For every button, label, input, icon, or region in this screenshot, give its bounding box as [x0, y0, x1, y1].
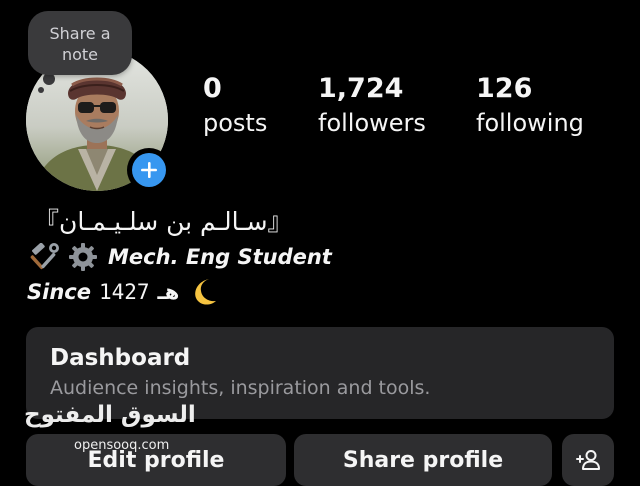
add-person-icon	[575, 449, 601, 471]
dashboard-subtitle: Audience insights, inspiration and tools…	[50, 377, 431, 399]
share-profile-label: Share profile	[342, 447, 504, 473]
bio-tagline-row: Mech. Eng Student	[28, 242, 332, 272]
add-story-button[interactable]	[127, 148, 171, 192]
edit-profile-button[interactable]: Edit profile	[26, 434, 286, 486]
posts-stat[interactable]: 0 posts	[203, 72, 267, 140]
share-note-bubble[interactable]: Share a note	[28, 11, 132, 75]
profile-name: 『سـالـم بن سلـيـمـان』	[34, 207, 293, 236]
edit-profile-label: Edit profile	[87, 447, 225, 473]
share-note-label-line1: Share a	[49, 24, 111, 43]
share-note-label-line2: note	[61, 45, 99, 64]
bio-since-label: Since	[27, 280, 91, 304]
following-stat[interactable]: 126 following	[476, 72, 584, 140]
posts-label: posts	[203, 109, 268, 137]
hammer-and-wrench-icon	[28, 242, 62, 272]
bio-hijri-suffix: هـ	[157, 280, 180, 304]
following-label: following	[476, 109, 584, 137]
followers-count: 1,724	[318, 73, 404, 104]
dashboard-title: Dashboard	[50, 345, 191, 371]
followers-label: followers	[318, 109, 426, 137]
bio-year: 1427	[98, 280, 150, 304]
gear-icon	[66, 242, 100, 272]
note-bubble-tail-small	[38, 87, 44, 93]
discover-people-button[interactable]	[562, 434, 614, 486]
share-profile-button[interactable]: Share profile	[294, 434, 552, 486]
followers-stat[interactable]: 1,724 followers	[318, 72, 426, 140]
posts-count: 0	[203, 73, 222, 104]
crescent-moon-icon	[187, 276, 219, 308]
following-count: 126	[476, 73, 533, 104]
dashboard-card[interactable]: Dashboard Audience insights, inspiration…	[26, 327, 614, 419]
bio-since-row: Since 1427 هـ	[27, 276, 219, 308]
bio-tagline: Mech. Eng Student	[108, 245, 332, 269]
plus-icon	[132, 153, 166, 187]
